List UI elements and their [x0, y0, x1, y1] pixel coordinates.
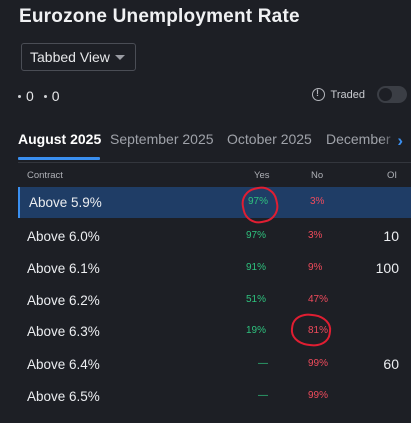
no-price[interactable]: 47%: [308, 294, 328, 305]
tab-october-2025[interactable]: October 2025: [227, 131, 312, 147]
yes-price[interactable]: 97%: [246, 230, 266, 241]
contract-label: Above 6.4%: [27, 357, 100, 372]
header-contract: Contract: [27, 170, 63, 181]
table-row[interactable]: Above 6.4% — 99% 60: [18, 349, 411, 380]
traded-label: Traded: [330, 88, 365, 101]
count-item: 0: [43, 88, 60, 104]
header-oi: OI: [386, 170, 397, 181]
active-tab-indicator: [18, 157, 100, 160]
table-row[interactable]: Above 6.2% 51% 47%: [18, 285, 411, 316]
no-price[interactable]: 3%: [308, 230, 322, 241]
table-header: Contract Yes No OI: [18, 162, 411, 186]
no-price[interactable]: 9%: [308, 262, 322, 273]
count-value: 0: [51, 88, 60, 104]
counts: 0 0: [18, 88, 60, 104]
yes-price[interactable]: —: [258, 358, 268, 369]
contract-label: Above 5.9%: [29, 195, 102, 210]
dot-icon: [18, 94, 21, 98]
contract-label: Above 6.5%: [27, 389, 100, 404]
table-row[interactable]: Above 5.9% 97% 3%: [18, 187, 411, 218]
table-row[interactable]: Above 6.5% — 99%: [18, 381, 411, 412]
no-price[interactable]: 3%: [310, 196, 324, 207]
table-row[interactable]: Above 6.0% 97% 3% 10: [18, 221, 411, 252]
yes-price[interactable]: —: [258, 390, 268, 401]
info-icon[interactable]: [311, 88, 325, 101]
no-price[interactable]: 99%: [308, 390, 328, 401]
contract-label: Above 6.1%: [27, 261, 100, 276]
contract-label: Above 6.2%: [27, 293, 100, 308]
header-yes: Yes: [254, 170, 270, 181]
contract-label: Above 6.0%: [27, 229, 100, 244]
open-interest: 60: [383, 356, 399, 372]
no-price[interactable]: 99%: [308, 358, 328, 369]
contract-label: Above 6.3%: [27, 324, 100, 339]
chevron-down-icon: [115, 55, 125, 60]
view-select[interactable]: Tabbed View: [21, 43, 136, 71]
open-interest: 100: [375, 260, 399, 276]
traded-toggle[interactable]: [377, 86, 407, 103]
tab-september-2025[interactable]: September 2025: [110, 131, 214, 147]
table-row[interactable]: Above 6.1% 91% 9% 100: [18, 253, 411, 284]
table-row[interactable]: Above 6.3% 19% 81%: [18, 316, 411, 347]
dot-icon: [43, 94, 47, 98]
toggle-knob: [379, 88, 392, 101]
tab-fade: [381, 126, 411, 156]
count-item: 0: [18, 88, 34, 104]
page-title: Eurozone Unemployment Rate: [19, 6, 300, 27]
open-interest: 10: [383, 228, 399, 244]
tab-august-2025[interactable]: August 2025: [18, 131, 101, 147]
yes-price[interactable]: 51%: [246, 294, 266, 305]
chevron-right-icon[interactable]: ›: [397, 131, 403, 151]
yes-price[interactable]: 19%: [246, 325, 266, 336]
traded-filter: Traded: [311, 88, 365, 101]
header-no: No: [311, 170, 324, 181]
yes-price[interactable]: 91%: [246, 262, 266, 273]
view-select-value: Tabbed View: [30, 49, 110, 65]
count-value: 0: [26, 88, 34, 104]
